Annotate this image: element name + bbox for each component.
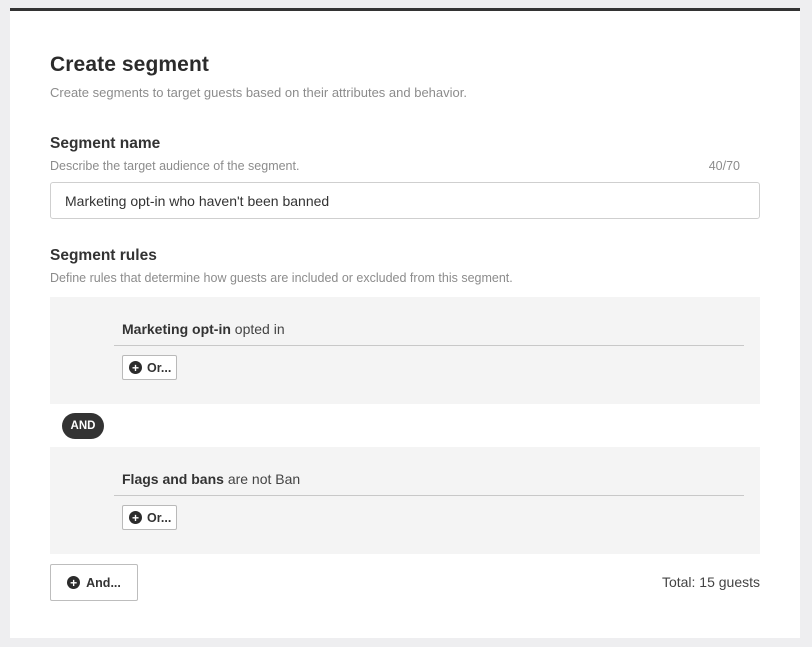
character-counter: 40/70 [708,159,740,173]
total-guests: Total: 15 guests [661,574,760,590]
plus-circle-icon: + [67,576,81,589]
rule-row[interactable]: Flags and bans are not Ban [114,464,744,496]
add-and-rule-button[interactable]: + And... [50,564,138,601]
plus-circle-icon: + [129,511,142,524]
rule-group: Flags and bans are not Ban + Or... [50,447,760,554]
or-button-label: Or... [147,360,172,375]
segment-rules-label: Segment rules [50,247,157,264]
rule-condition: opted in [234,321,285,337]
or-button-label: Or... [147,510,172,525]
page-title: Create segment [50,53,209,76]
segment-name-label: Segment name [50,135,161,152]
and-connector-badge: AND [62,413,104,439]
add-or-rule-button[interactable]: + Or... [122,355,178,380]
plus-circle-icon: + [129,361,142,374]
segment-name-input[interactable] [50,182,760,219]
add-or-rule-button[interactable]: + Or... [122,505,178,530]
rule-attribute: Marketing opt-in [122,321,235,337]
and-button-label: And... [86,575,121,590]
rule-attribute: Flags and bans [122,471,228,487]
page-subtitle: Create segments to target guests based o… [50,85,467,100]
rule-condition: are not Ban [227,471,301,487]
segment-name-description: Describe the target audience of the segm… [50,159,300,173]
create-segment-card: Create segment Create segments to target… [10,8,800,638]
segment-rules-description: Define rules that determine how guests a… [50,271,513,285]
rule-row[interactable]: Marketing opt-in opted in [114,314,744,346]
rule-group: Marketing opt-in opted in + Or... [50,297,760,404]
